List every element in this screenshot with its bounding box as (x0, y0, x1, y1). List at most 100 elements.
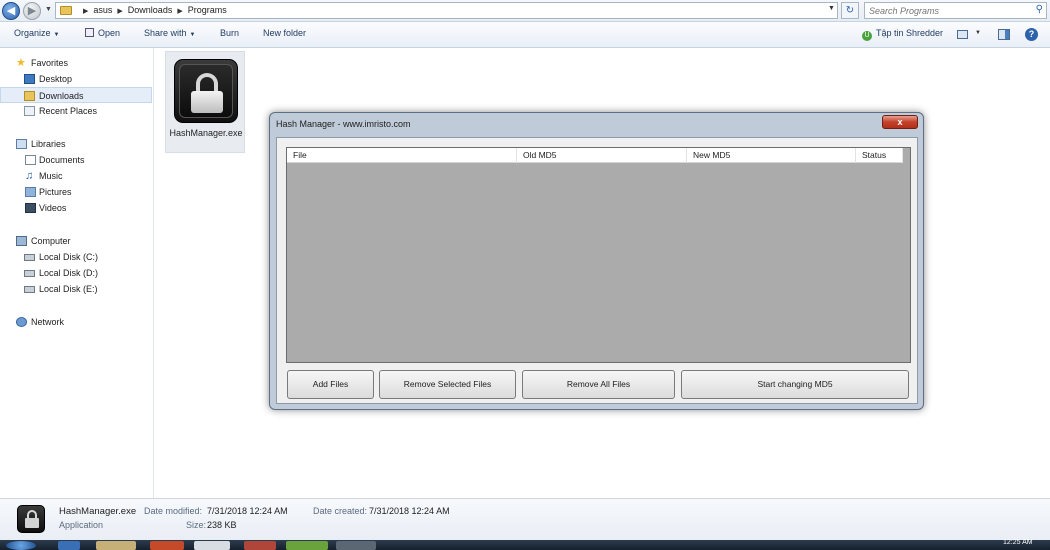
breadcrumb-programs[interactable]: Programs (188, 5, 227, 15)
nav-pictures[interactable]: Pictures (0, 184, 152, 200)
nav-libraries[interactable]: Libraries (0, 136, 152, 152)
lock-icon (174, 59, 238, 123)
details-file-type: Application (59, 520, 104, 530)
shredder-label: Tập tin Shredder (876, 28, 944, 38)
shredder-icon: U (862, 31, 872, 41)
taskbar: 12:25 AM (0, 539, 1050, 550)
nav-videos-label: Videos (39, 203, 67, 213)
chrome-icon[interactable] (194, 541, 230, 550)
explorer-icon[interactable] (96, 541, 136, 550)
nav-network-label: Network (31, 317, 65, 327)
remove-selected-files-button[interactable]: Remove Selected Files (379, 370, 516, 399)
nav-local-disk-e[interactable]: Local Disk (E:) (0, 281, 152, 297)
folder-icon (60, 6, 72, 15)
address-history-dropdown[interactable]: ▼ (828, 5, 835, 12)
nav-favorites[interactable]: ★ Favorites (0, 55, 152, 71)
search-icon[interactable]: ⚲ (1036, 4, 1043, 15)
chevron-right-icon[interactable]: ▶ (117, 8, 122, 15)
list-header: File Old MD5 New MD5 Status (287, 148, 903, 163)
organize-label: Organize (14, 28, 51, 38)
share-with-button[interactable]: Share with ▼ (144, 28, 195, 38)
recent-places-icon (24, 106, 35, 116)
nav-local-disk-c[interactable]: Local Disk (C:) (0, 249, 152, 265)
computer-icon (16, 236, 27, 246)
app-icon[interactable] (244, 541, 276, 550)
preview-pane-icon[interactable] (998, 29, 1010, 40)
nav-local-disk-d[interactable]: Local Disk (D:) (0, 265, 152, 281)
start-changing-md5-button[interactable]: Start changing MD5 (681, 370, 909, 399)
back-button[interactable]: ◀ (2, 2, 20, 20)
videos-icon (25, 203, 36, 213)
window-client-area: File Old MD5 New MD5 Status Add Files Re… (276, 137, 918, 404)
nav-network[interactable]: Network (0, 314, 152, 330)
navigation-pane: ★ Favorites Desktop Downloads Recent Pla… (0, 48, 154, 498)
nav-desktop[interactable]: Desktop (0, 71, 152, 87)
date-modified-value: 7/31/2018 12:24 AM (207, 506, 288, 516)
column-old-md5[interactable]: Old MD5 (517, 148, 687, 163)
nav-pictures-label: Pictures (39, 187, 72, 197)
media-player-icon[interactable] (150, 541, 184, 550)
chevron-down-icon: ▼ (189, 32, 196, 38)
nav-documents[interactable]: Documents (0, 152, 152, 168)
forward-arrow-icon: ▶ (27, 5, 37, 17)
burn-button[interactable]: Burn (220, 28, 239, 38)
organize-button[interactable]: Organize ▼ (14, 28, 59, 38)
lock-icon (17, 505, 45, 533)
open-button[interactable]: Open (85, 28, 120, 38)
nav-local-disk-d-label: Local Disk (D:) (39, 268, 99, 278)
hash-manager-window: Hash Manager - www.imristo.com x File Ol… (269, 112, 924, 410)
breadcrumb: ▶ asus ▶ Downloads ▶ Programs (78, 5, 227, 15)
burn-label: Burn (220, 28, 240, 38)
back-arrow-icon: ◀ (6, 5, 16, 17)
breadcrumb-downloads[interactable]: Downloads (128, 5, 173, 15)
refresh-button[interactable]: ↻ (841, 2, 859, 19)
nav-libraries-label: Libraries (31, 139, 66, 149)
date-created-label: Date created: (313, 506, 368, 516)
nav-videos[interactable]: Videos (0, 200, 152, 216)
lock-shackle (196, 73, 218, 93)
search-input[interactable] (869, 4, 1019, 17)
address-bar: ◀ ▶ ▼ ▶ asus ▶ Downloads ▶ Programs ▼ ↻ ⚲ (0, 0, 1050, 22)
window-title: Hash Manager - www.imristo.com (276, 119, 411, 129)
file-list[interactable]: File Old MD5 New MD5 Status (286, 147, 911, 363)
help-icon[interactable]: ? (1025, 28, 1038, 41)
new-folder-button[interactable]: New folder (263, 28, 306, 38)
app-icon[interactable] (286, 541, 328, 550)
new-folder-label: New folder (263, 28, 307, 38)
recent-pages-dropdown[interactable]: ▼ (45, 6, 52, 13)
column-new-md5[interactable]: New MD5 (687, 148, 856, 163)
lock-body (191, 91, 223, 113)
address-box[interactable]: ▶ asus ▶ Downloads ▶ Programs (55, 2, 838, 19)
nav-local-disk-e-label: Local Disk (E:) (39, 284, 98, 294)
start-button[interactable] (6, 541, 36, 550)
forward-button[interactable]: ▶ (23, 2, 41, 20)
details-pane: HashManager.exe Application Date modifie… (0, 498, 1050, 540)
file-item-hashmanager[interactable]: HashManager.exe (165, 51, 245, 153)
breadcrumb-asus[interactable]: asus (93, 5, 112, 15)
chevron-right-icon[interactable]: ▶ (83, 8, 88, 15)
change-view-icon[interactable] (957, 30, 968, 39)
nav-music[interactable]: ♫ Music (0, 168, 152, 184)
nav-recent-places[interactable]: Recent Places (0, 103, 152, 119)
nav-computer[interactable]: Computer (0, 233, 152, 249)
remove-all-files-button[interactable]: Remove All Files (522, 370, 675, 399)
column-file[interactable]: File (287, 148, 517, 163)
drive-icon (24, 254, 35, 261)
ie-icon[interactable] (58, 541, 80, 550)
nav-computer-label: Computer (31, 236, 71, 246)
nav-desktop-label: Desktop (39, 74, 73, 84)
column-status[interactable]: Status (856, 148, 903, 163)
chevron-right-icon[interactable]: ▶ (177, 8, 182, 15)
search-box[interactable]: ⚲ (864, 2, 1047, 19)
view-options-dropdown[interactable]: ▼ (975, 30, 981, 36)
star-icon: ★ (16, 57, 26, 69)
add-files-button[interactable]: Add Files (287, 370, 374, 399)
shredder-button[interactable]: U Tập tin Shredder (862, 28, 943, 41)
share-with-label: Share with (144, 28, 187, 38)
taskbar-clock[interactable]: 12:25 AM (1003, 539, 1033, 546)
details-file-name: HashManager.exe (59, 506, 137, 517)
hash-manager-taskbar-icon[interactable] (336, 541, 376, 550)
close-button[interactable]: x (882, 115, 918, 129)
date-modified-label: Date modified: (144, 506, 203, 516)
nav-downloads[interactable]: Downloads (0, 87, 152, 103)
